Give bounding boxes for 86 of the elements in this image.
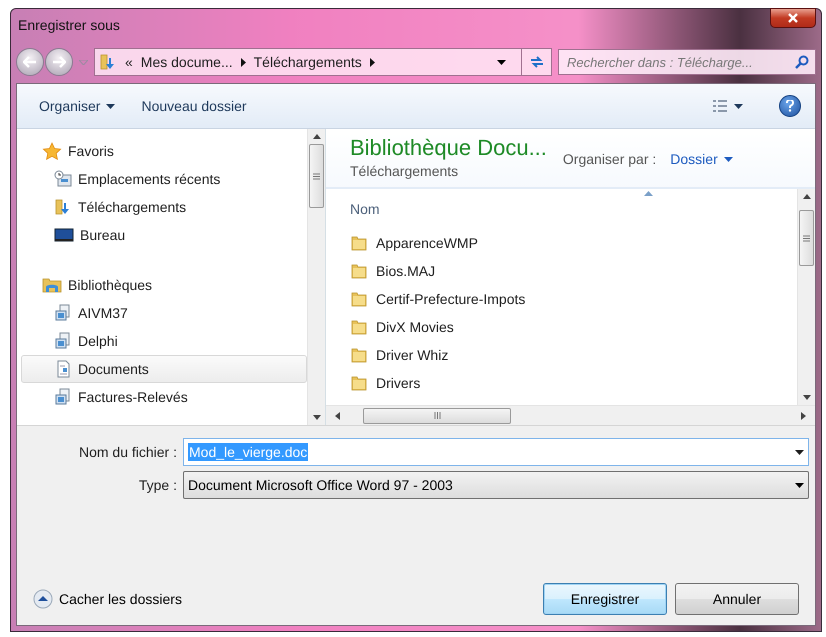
sidebar-item[interactable]: AIVM37 xyxy=(21,299,307,327)
library-subtitle: Téléchargements xyxy=(350,163,460,179)
vertical-scrollbar[interactable] xyxy=(797,189,815,405)
scrollbar-thumb[interactable] xyxy=(309,144,324,208)
file-row[interactable]: DivX Movies xyxy=(350,313,797,341)
right-arrow-icon xyxy=(52,56,66,68)
breadcrumb-overflow[interactable]: « xyxy=(125,54,133,70)
scrollbar-thumb[interactable] xyxy=(799,210,814,266)
type-dropdown[interactable]: Document Microsoft Office Word 97 - 2003 xyxy=(183,471,809,499)
search-field[interactable]: Rechercher dans : Télécharge... xyxy=(558,49,816,75)
grip-icon xyxy=(803,234,810,242)
desktop-icon xyxy=(54,226,74,244)
file-row[interactable]: ApparenceWMP xyxy=(350,229,797,257)
caret-icon xyxy=(795,450,804,454)
chevron-icon xyxy=(240,58,246,66)
column-header[interactable]: Nom xyxy=(350,189,797,229)
close-button[interactable] xyxy=(770,8,816,28)
address-bar[interactable]: « Mes docume... Téléchargements xyxy=(94,48,552,76)
sidebar-item[interactable]: Téléchargements xyxy=(21,193,307,221)
scroll-arrow-icon[interactable] xyxy=(802,395,810,400)
folder-icon xyxy=(350,234,368,252)
file-row[interactable]: Certif-Prefecture-Impots xyxy=(350,285,797,313)
new-folder-button[interactable]: Nouveau dossier xyxy=(133,94,255,118)
scroll-arrow-icon[interactable] xyxy=(312,134,320,139)
hide-folders-button[interactable]: Cacher les dossiers xyxy=(33,589,182,609)
folder-icon xyxy=(350,290,368,308)
help-button[interactable] xyxy=(779,95,801,117)
sidebar-item[interactable]: Factures-Relevés xyxy=(21,383,307,411)
vertical-scrollbar[interactable] xyxy=(307,129,325,425)
horizontal-scrollbar[interactable] xyxy=(326,405,815,425)
refresh-icon xyxy=(528,55,544,69)
library-icon xyxy=(54,304,72,322)
caret-icon xyxy=(106,104,116,108)
caret-icon xyxy=(496,60,506,64)
sidebar-group[interactable]: Bibliothèques xyxy=(21,271,307,299)
star-icon xyxy=(42,142,62,160)
folder-icon xyxy=(350,346,368,364)
sidebar-item[interactable]: Bureau xyxy=(21,221,307,249)
scroll-arrow-icon[interactable] xyxy=(801,412,806,420)
scroll-arrow-icon[interactable] xyxy=(335,412,340,420)
cancel-button[interactable]: Annuler xyxy=(675,583,799,615)
question-mark-icon xyxy=(786,100,794,112)
libraries-folder-icon xyxy=(42,276,62,294)
back-button[interactable] xyxy=(16,48,44,76)
download-folder-icon xyxy=(54,198,72,216)
file-row[interactable]: Driver Whiz xyxy=(350,341,797,369)
caret-icon xyxy=(734,104,743,108)
folder-icon xyxy=(350,318,368,336)
folder-icon xyxy=(350,262,368,280)
library-title: Bibliothèque Docu... xyxy=(350,135,547,161)
sidebar-group[interactable]: Favoris xyxy=(21,137,307,165)
arrange-by-label: Organiser par : xyxy=(562,151,656,167)
file-row[interactable]: Drivers xyxy=(350,369,797,397)
left-arrow-icon xyxy=(23,56,37,68)
download-folder-icon xyxy=(99,53,117,71)
scrollbar-thumb[interactable] xyxy=(363,408,511,424)
sidebar-item[interactable]: Delphi xyxy=(21,327,307,355)
grip-icon xyxy=(434,412,440,419)
file-row[interactable]: Bios.MAJ xyxy=(350,257,797,285)
library-icon xyxy=(54,332,72,350)
window-title: Enregistrer sous xyxy=(17,17,121,33)
grip-icon xyxy=(313,172,320,180)
list-view-icon xyxy=(712,99,728,113)
folder-icon xyxy=(350,374,368,392)
organize-menu[interactable]: Organiser xyxy=(31,94,124,118)
type-label: Type : xyxy=(138,477,177,493)
breadcrumb-item[interactable]: Téléchargements xyxy=(254,54,362,70)
save-button[interactable]: Enregistrer xyxy=(543,583,667,615)
sort-ascending-icon xyxy=(644,191,653,196)
breadcrumb-item[interactable]: Mes docume... xyxy=(140,54,233,70)
library-icon xyxy=(54,388,72,406)
forward-button[interactable] xyxy=(45,48,73,76)
caret-icon xyxy=(724,156,733,162)
arrange-by-dropdown[interactable]: Dossier xyxy=(670,151,733,167)
filename-label: Nom du fichier : xyxy=(78,444,177,460)
close-icon xyxy=(788,13,798,23)
scroll-arrow-icon[interactable] xyxy=(802,194,810,199)
search-icon xyxy=(795,55,809,69)
chevron-icon xyxy=(370,58,375,66)
caret-icon xyxy=(795,482,804,488)
sidebar-item[interactable]: Emplacements récents xyxy=(21,165,307,193)
sidebar-item[interactable]: Documents xyxy=(21,355,307,383)
scroll-arrow-icon[interactable] xyxy=(312,415,320,420)
collapse-icon xyxy=(33,589,53,609)
recent-places-icon xyxy=(54,170,72,188)
caret-icon xyxy=(79,60,88,64)
